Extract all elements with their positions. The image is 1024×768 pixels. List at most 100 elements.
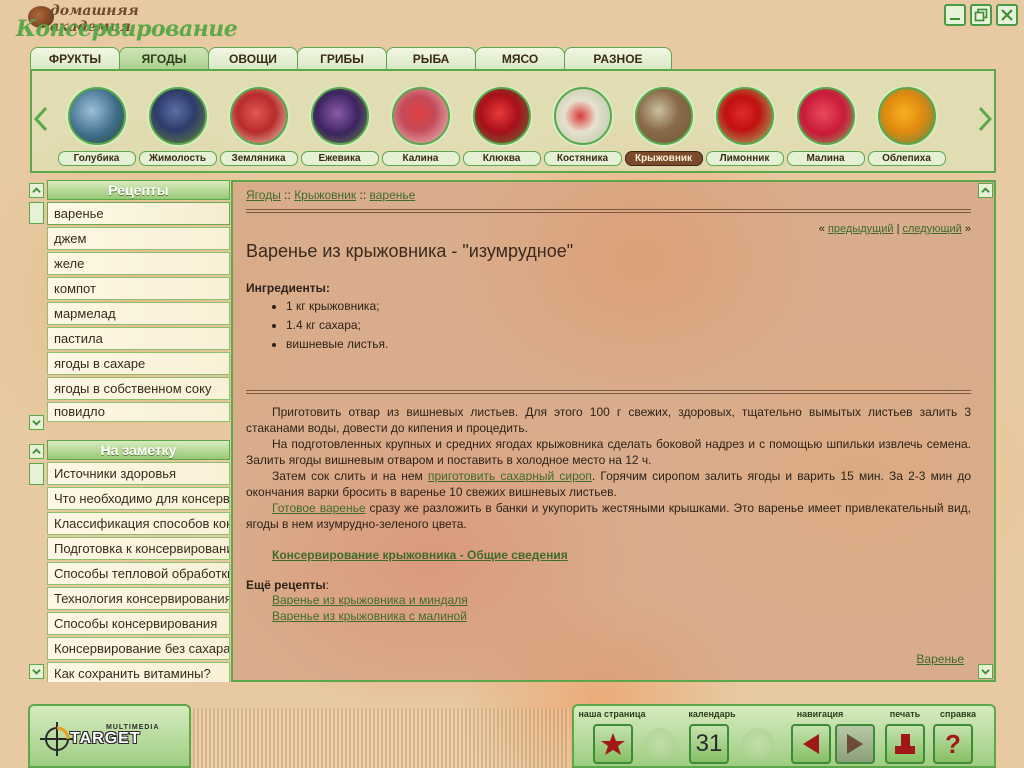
recipe-item[interactable]: мармелад — [47, 302, 230, 325]
berry-thumbnail — [391, 87, 450, 145]
app-logo: домашняя академия Консервирование — [14, 3, 238, 43]
chevron-up-icon — [32, 448, 41, 454]
page-title: Варенье из крыжовника - "изумрудное" — [246, 241, 574, 261]
window-controls — [944, 4, 1018, 26]
berry-item[interactable]: Малина — [785, 87, 866, 177]
berry-item-gooseberry[interactable]: Крыжовник — [623, 87, 704, 177]
tab-berries[interactable]: ЯГОДЫ — [119, 47, 209, 69]
notes-scroll-down-button[interactable] — [29, 664, 44, 679]
berry-item[interactable]: Ежевика — [299, 87, 380, 177]
note-item[interactable]: Технология консервирования — [47, 587, 230, 610]
decorative-flower-icon — [742, 728, 774, 760]
navigation-label: навигация — [796, 709, 844, 719]
berry-item[interactable]: Земляника — [218, 87, 299, 177]
berry-label: Калина — [381, 151, 460, 166]
note-item[interactable]: Как сохранить витамины? — [47, 662, 230, 682]
breadcrumb-separator: :: — [284, 188, 291, 202]
minimize-button[interactable] — [944, 4, 966, 26]
ingredient-item: вишневые листья. — [286, 335, 971, 354]
berry-label: Клюква — [462, 151, 541, 166]
brand-name: TARGET — [70, 730, 141, 747]
breadcrumb-berries[interactable]: Ягоды — [246, 188, 281, 202]
note-item[interactable]: Классификация способов консервирования — [47, 512, 230, 535]
prev-next-nav: « предыдущий | следующий » — [246, 223, 971, 237]
recipe-item[interactable]: пастила — [47, 327, 230, 350]
recipe-item[interactable]: компот — [47, 277, 230, 300]
berry-label: Земляника — [219, 151, 298, 166]
recipe-item[interactable]: ягоды в сахаре — [47, 352, 230, 375]
close-icon — [1001, 9, 1013, 21]
berry-item[interactable]: Лимонник — [704, 87, 785, 177]
tab-fruits[interactable]: ФРУКТЫ — [30, 47, 120, 69]
recipe-item[interactable]: джем — [47, 227, 230, 250]
nav-quote: « — [818, 223, 825, 235]
note-item[interactable]: Способы консервирования — [47, 612, 230, 635]
help-label: справка — [940, 709, 976, 719]
ingredient-item: 1 кг крыжовника; — [286, 297, 971, 316]
home-button[interactable] — [593, 724, 633, 764]
scroll-right-icon[interactable] — [978, 106, 993, 132]
tab-meat[interactable]: МЯСО — [475, 47, 565, 69]
tab-fish[interactable]: РЫБА — [386, 47, 476, 69]
ingredients-list: 1 кг крыжовника; 1.4 кг сахара; вишневые… — [286, 297, 971, 354]
more-recipe-link[interactable]: Варенье из крыжовника с малиной — [272, 609, 467, 623]
more-recipes-list: Варенье из крыжовника и миндаля Варенье … — [246, 592, 971, 624]
tab-misc[interactable]: РАЗНОЕ — [564, 47, 672, 69]
berry-thumbnail — [310, 87, 369, 145]
arrow-left-icon — [803, 734, 819, 754]
ingredients-label: Ингредиенты: — [246, 281, 330, 295]
recipe-item[interactable]: ягоды в собственном соку — [47, 377, 230, 400]
help-icon: ? — [945, 728, 961, 759]
article-scroll-up-button[interactable] — [978, 183, 993, 198]
note-item[interactable]: Источники здоровья — [47, 462, 230, 485]
notes-scroll-thumb[interactable] — [29, 463, 44, 485]
berry-item[interactable]: Калина — [380, 87, 461, 177]
general-info-link[interactable]: Консервирование крыжовника - Общие сведе… — [272, 548, 568, 562]
breadcrumb-jam[interactable]: варенье — [370, 188, 416, 202]
general-info: Консервирование крыжовника - Общие сведе… — [246, 548, 971, 562]
note-item[interactable]: Что необходимо для консервирования — [47, 487, 230, 510]
recipe-item-jam[interactable]: варенье — [47, 202, 230, 225]
berry-item[interactable]: Облепиха — [866, 87, 947, 177]
berry-list: Голубика Жимолость Земляника Ежевика Кал… — [56, 87, 976, 177]
back-button[interactable] — [791, 724, 831, 764]
print-button[interactable] — [885, 724, 925, 764]
berry-thumbnail — [634, 87, 693, 145]
recipes-scroll-down-button[interactable] — [29, 415, 44, 430]
berry-label: Малина — [786, 151, 865, 166]
recipe-item[interactable]: желе — [47, 252, 230, 275]
note-item[interactable]: Консервирование без сахара — [47, 637, 230, 660]
footer-jam-link[interactable]: Варенье — [916, 652, 964, 666]
syrup-link[interactable]: приготовить сахарный сироп — [428, 469, 592, 483]
help-button[interactable]: ? — [933, 724, 973, 764]
berry-item[interactable]: Клюква — [461, 87, 542, 177]
tab-vegetables[interactable]: ОВОЩИ — [208, 47, 298, 69]
tab-mushrooms[interactable]: ГРИБЫ — [297, 47, 387, 69]
recipes-list: варенье джем желе компот мармелад пастил… — [47, 202, 230, 424]
note-item[interactable]: Способы тепловой обработки — [47, 562, 230, 585]
berry-item[interactable]: Голубика — [56, 87, 137, 177]
recipes-scroll-up-button[interactable] — [29, 183, 44, 198]
footer-jam: Варенье — [916, 652, 964, 666]
calendar-label: календарь — [688, 709, 736, 719]
article-scroll-down-button[interactable] — [978, 664, 993, 679]
forward-button[interactable] — [835, 724, 875, 764]
breadcrumb-gooseberry[interactable]: Крыжовник — [294, 188, 356, 202]
close-button[interactable] — [996, 4, 1018, 26]
ready-jam-link[interactable]: Готовое варенье — [272, 501, 366, 515]
recipes-scroll-thumb[interactable] — [29, 202, 44, 224]
maximize-button[interactable] — [970, 4, 992, 26]
next-link[interactable]: следующий — [903, 223, 962, 235]
calendar-button[interactable]: 31 — [689, 724, 729, 764]
berry-item[interactable]: Костяника — [542, 87, 623, 177]
scroll-left-icon[interactable] — [33, 106, 48, 132]
more-recipe-link[interactable]: Варенье из крыжовника и миндаля — [272, 593, 468, 607]
note-item[interactable]: Подготовка к консервированию — [47, 537, 230, 560]
prev-link[interactable]: предыдущий — [828, 223, 894, 235]
berry-item[interactable]: Жимолость — [137, 87, 218, 177]
recipe-item[interactable]: повидло — [47, 402, 230, 422]
breadcrumb-separator: :: — [359, 188, 367, 202]
notes-scroll-up-button[interactable] — [29, 444, 44, 459]
notes-list: Источники здоровья Что необходимо для ко… — [47, 462, 230, 682]
berry-label: Крыжовник — [624, 151, 703, 166]
